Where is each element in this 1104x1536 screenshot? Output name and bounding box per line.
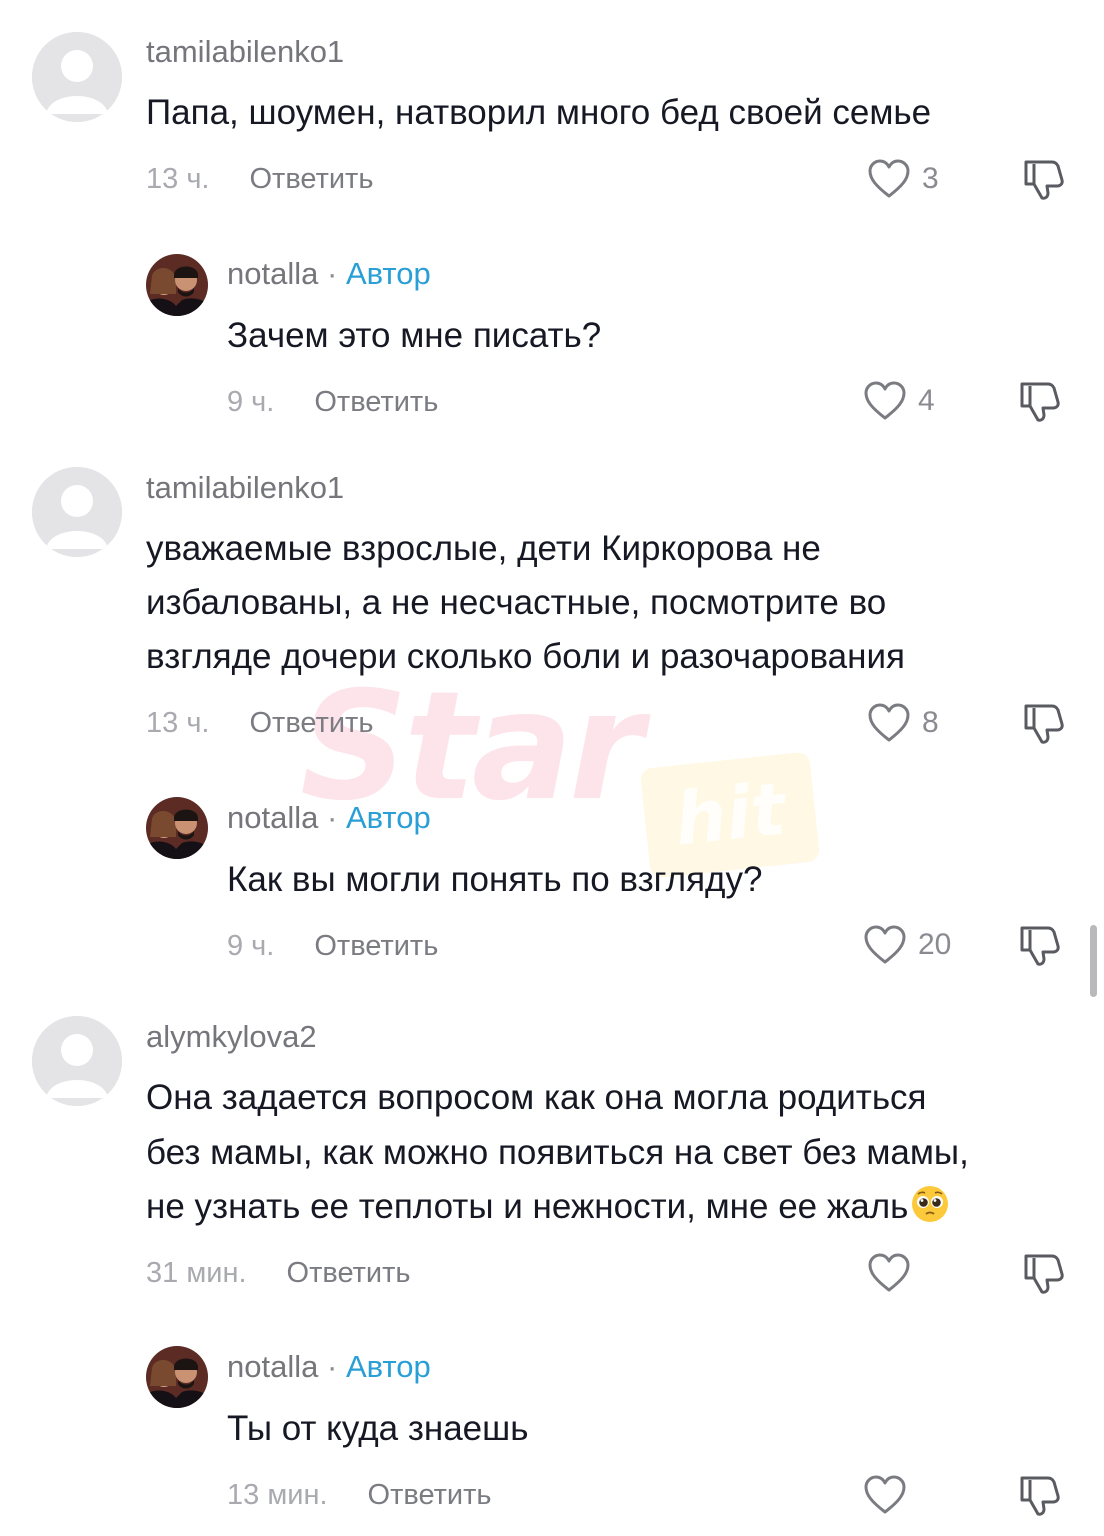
comment-username: notalla · Автор <box>227 256 431 292</box>
author-badge: Автор <box>345 256 431 291</box>
dislike-button[interactable] <box>1020 700 1066 746</box>
heart-outline-icon <box>864 925 906 964</box>
comment-text-line: Она задается вопросом как она могла роди… <box>146 1078 927 1117</box>
comment-text: Как вы могли понять по взгляду? <box>227 860 763 899</box>
comment-meta: 9 ч. Ответить <box>227 930 438 963</box>
default-avatar-icon[interactable] <box>32 467 122 557</box>
thumbs-down-icon <box>1020 926 1060 966</box>
profile-photo-avatar[interactable] <box>146 1346 208 1408</box>
default-avatar-icon[interactable] <box>32 32 122 122</box>
dislike-button[interactable] <box>1016 378 1062 424</box>
like-count: 4 <box>918 384 935 417</box>
heart-outline-icon <box>868 1253 910 1292</box>
comment-username: notalla · Автор <box>227 800 431 836</box>
comment-text-line: избалованы, а не несчастные, посмотрите … <box>146 583 887 622</box>
like-button[interactable]: 8 <box>866 702 939 744</box>
heart-outline-icon <box>868 703 910 742</box>
comment-time: 31 мин. <box>146 1257 247 1289</box>
like-button[interactable] <box>862 1474 918 1516</box>
comment-text-line: не узнать ее теплоты и нежности, мне ее … <box>146 1180 950 1234</box>
author-badge: Автор <box>345 800 431 835</box>
thumbs-down-icon <box>1020 382 1060 422</box>
comment-time: 9 ч. <box>227 386 275 418</box>
heart-outline-icon <box>868 159 910 198</box>
comment-time: 13 ч. <box>146 163 210 195</box>
thumbs-down-icon <box>1024 1254 1064 1294</box>
heart-outline-icon <box>864 1475 906 1514</box>
comment-text-line: уважаемые взрослые, дети Киркорова не <box>146 529 821 568</box>
dislike-button[interactable] <box>1016 922 1062 968</box>
like-button[interactable]: 3 <box>866 158 939 200</box>
like-button[interactable]: 4 <box>862 380 935 422</box>
separator-dot: · <box>326 800 338 835</box>
separator-dot: · <box>326 256 338 291</box>
reply-button[interactable]: Ответить <box>287 1257 411 1289</box>
comment-username[interactable]: alymkylova2 <box>146 1019 317 1055</box>
watermark-sub: hit <box>670 766 790 862</box>
dislike-button[interactable] <box>1020 1250 1066 1296</box>
profile-photo-avatar[interactable] <box>146 254 208 316</box>
profile-photo-avatar[interactable] <box>146 797 208 859</box>
like-count: 8 <box>922 706 939 739</box>
comment-meta: 9 ч. Ответить <box>227 386 438 419</box>
dislike-button[interactable] <box>1020 156 1066 202</box>
reply-username[interactable]: notalla <box>227 256 318 291</box>
thumbs-down-icon <box>1024 160 1064 200</box>
pleading-face-emoji <box>912 1186 949 1222</box>
reply-button[interactable]: Ответить <box>314 386 438 418</box>
reply-button[interactable]: Ответить <box>249 707 373 739</box>
comment-text: Зачем это мне писать? <box>227 316 602 355</box>
comment-username: notalla · Автор <box>227 1349 431 1385</box>
default-avatar-icon[interactable] <box>32 1016 122 1106</box>
reply-button[interactable]: Ответить <box>249 163 373 195</box>
reply-button[interactable]: Ответить <box>368 1479 492 1511</box>
comment-meta: 31 мин. Ответить <box>146 1257 411 1290</box>
like-count: 20 <box>918 928 952 961</box>
thumbs-down-icon <box>1024 704 1064 744</box>
comment-text: Папа, шоумен, натворил много бед своей с… <box>146 93 932 132</box>
like-button[interactable] <box>866 1252 922 1294</box>
reply-button[interactable]: Ответить <box>314 930 438 962</box>
comment-time: 9 ч. <box>227 930 275 962</box>
comment-meta: 13 ч. Ответить <box>146 163 373 196</box>
comment-username[interactable]: tamilabilenko1 <box>146 470 344 506</box>
scrollbar-thumb[interactable] <box>1090 925 1097 997</box>
like-button[interactable]: 20 <box>862 924 951 966</box>
comment-text-line: взгляде дочери сколько боли и разочарова… <box>146 637 905 676</box>
reply-username[interactable]: notalla <box>227 800 318 835</box>
heart-outline-icon <box>864 381 906 420</box>
thumbs-down-icon <box>1020 1476 1060 1516</box>
comment-text-line-content: не узнать ее теплоты и нежности, мне ее … <box>146 1187 909 1226</box>
dislike-button[interactable] <box>1016 1472 1062 1518</box>
comment-time: 13 мин. <box>227 1479 328 1511</box>
comment-username[interactable]: tamilabilenko1 <box>146 34 344 70</box>
comment-text-line: без мамы, как можно появиться на свет бе… <box>146 1133 969 1172</box>
reply-username[interactable]: notalla <box>227 1349 318 1384</box>
like-count: 3 <box>922 162 939 195</box>
author-badge: Автор <box>345 1349 431 1384</box>
separator-dot: · <box>326 1349 338 1384</box>
comment-time: 13 ч. <box>146 707 210 739</box>
comment-meta: 13 ч. Ответить <box>146 707 373 740</box>
comment-text: Ты от куда знаешь <box>227 1409 529 1448</box>
comment-meta: 13 мин. Ответить <box>227 1479 492 1512</box>
